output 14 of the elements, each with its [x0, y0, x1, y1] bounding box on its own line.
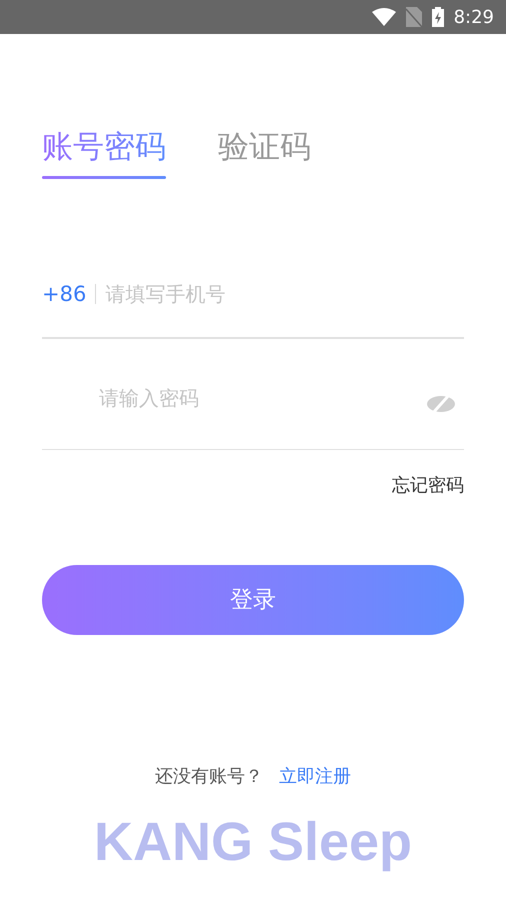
brand-logo: KANG Sleep — [94, 811, 412, 874]
register-prompt: 还没有账号？ — [155, 765, 263, 789]
phone-input-field[interactable]: 请填写手机号 — [105, 279, 464, 309]
login-tab[interactable]: 验证码 — [218, 126, 311, 179]
status-time: 8:29 — [454, 6, 494, 30]
eye-slash-icon[interactable] — [426, 393, 456, 415]
register-link[interactable]: 立即注册 — [279, 763, 351, 790]
wifi-icon — [372, 8, 396, 26]
no-sim-icon — [406, 7, 422, 27]
login-button[interactable]: 登录 — [42, 565, 464, 635]
battery-charging-icon — [432, 7, 444, 27]
password-input-field[interactable]: 请输入密码 — [99, 383, 426, 413]
forgot-password-link[interactable]: 忘记密码 — [392, 472, 464, 499]
country-code[interactable]: +86 — [42, 279, 86, 309]
